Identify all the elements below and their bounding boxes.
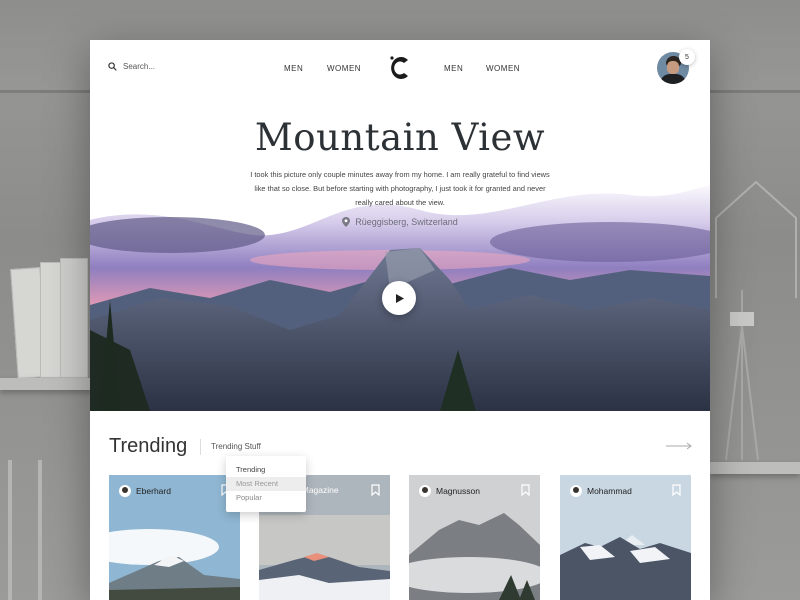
bookmark-icon[interactable] xyxy=(371,484,380,496)
trending-card[interactable]: Mohammad xyxy=(560,475,691,600)
play-icon xyxy=(396,293,404,303)
dropdown-option-trending[interactable]: Trending xyxy=(226,463,306,477)
page-card: MEN WOMEN MEN WOMEN 5 xyxy=(90,40,710,600)
author-name: Mohammad xyxy=(587,486,632,496)
trending-heading: Trending xyxy=(109,435,188,457)
author-avatar xyxy=(119,485,131,497)
author-name: Magnusson xyxy=(436,486,480,496)
trending-cards: Eberhard Backsack Magazine xyxy=(109,475,691,600)
notification-badge: 5 xyxy=(679,49,695,65)
card-author: Magnusson xyxy=(419,485,480,497)
bookmark-icon[interactable] xyxy=(672,484,681,496)
nav-link-women-left[interactable]: WOMEN xyxy=(327,64,361,73)
search-input[interactable] xyxy=(123,62,203,71)
search-bar[interactable] xyxy=(108,62,203,71)
play-button[interactable] xyxy=(382,281,416,315)
nav-link-men-left[interactable]: MEN xyxy=(284,64,303,73)
trending-filter-dropdown[interactable]: Trending Stuff xyxy=(211,442,261,451)
brand-logo[interactable] xyxy=(388,54,412,82)
background-chair xyxy=(8,460,42,600)
user-avatar-button[interactable]: 5 xyxy=(657,49,695,86)
location-pin-icon xyxy=(342,217,351,227)
page-title: Mountain View xyxy=(254,116,546,159)
card-author: Eberhard xyxy=(119,485,171,497)
dropdown-option-most-recent[interactable]: Most Recent xyxy=(226,477,306,491)
filter-dropdown-menu: Trending Most Recent Popular xyxy=(226,456,306,512)
bookmark-icon[interactable] xyxy=(521,484,530,496)
search-icon xyxy=(108,62,117,71)
trending-card[interactable]: Eberhard xyxy=(109,475,240,600)
trending-divider xyxy=(200,439,201,455)
top-nav: MEN WOMEN MEN WOMEN 5 xyxy=(90,40,710,100)
location-text: Rüeggisberg, Switzerland xyxy=(355,217,458,227)
author-name: Eberhard xyxy=(136,486,171,496)
background-shelf-right xyxy=(710,462,800,474)
background-house-frame xyxy=(715,180,797,298)
hero-description: I took this picture only couple minutes … xyxy=(250,170,550,207)
author-avatar xyxy=(419,485,431,497)
trending-card[interactable]: Magnusson xyxy=(409,475,540,600)
card-author: Mohammad xyxy=(570,485,632,497)
author-avatar xyxy=(570,485,582,497)
location-label: Rüeggisberg, Switzerland xyxy=(90,217,710,227)
nav-link-women-right[interactable]: WOMEN xyxy=(486,64,520,73)
background-shelf-left xyxy=(0,378,92,390)
arrow-right-icon[interactable] xyxy=(666,442,692,450)
background-lamp xyxy=(725,290,759,460)
dropdown-option-popular[interactable]: Popular xyxy=(226,491,306,505)
nav-link-men-right[interactable]: MEN xyxy=(444,64,463,73)
